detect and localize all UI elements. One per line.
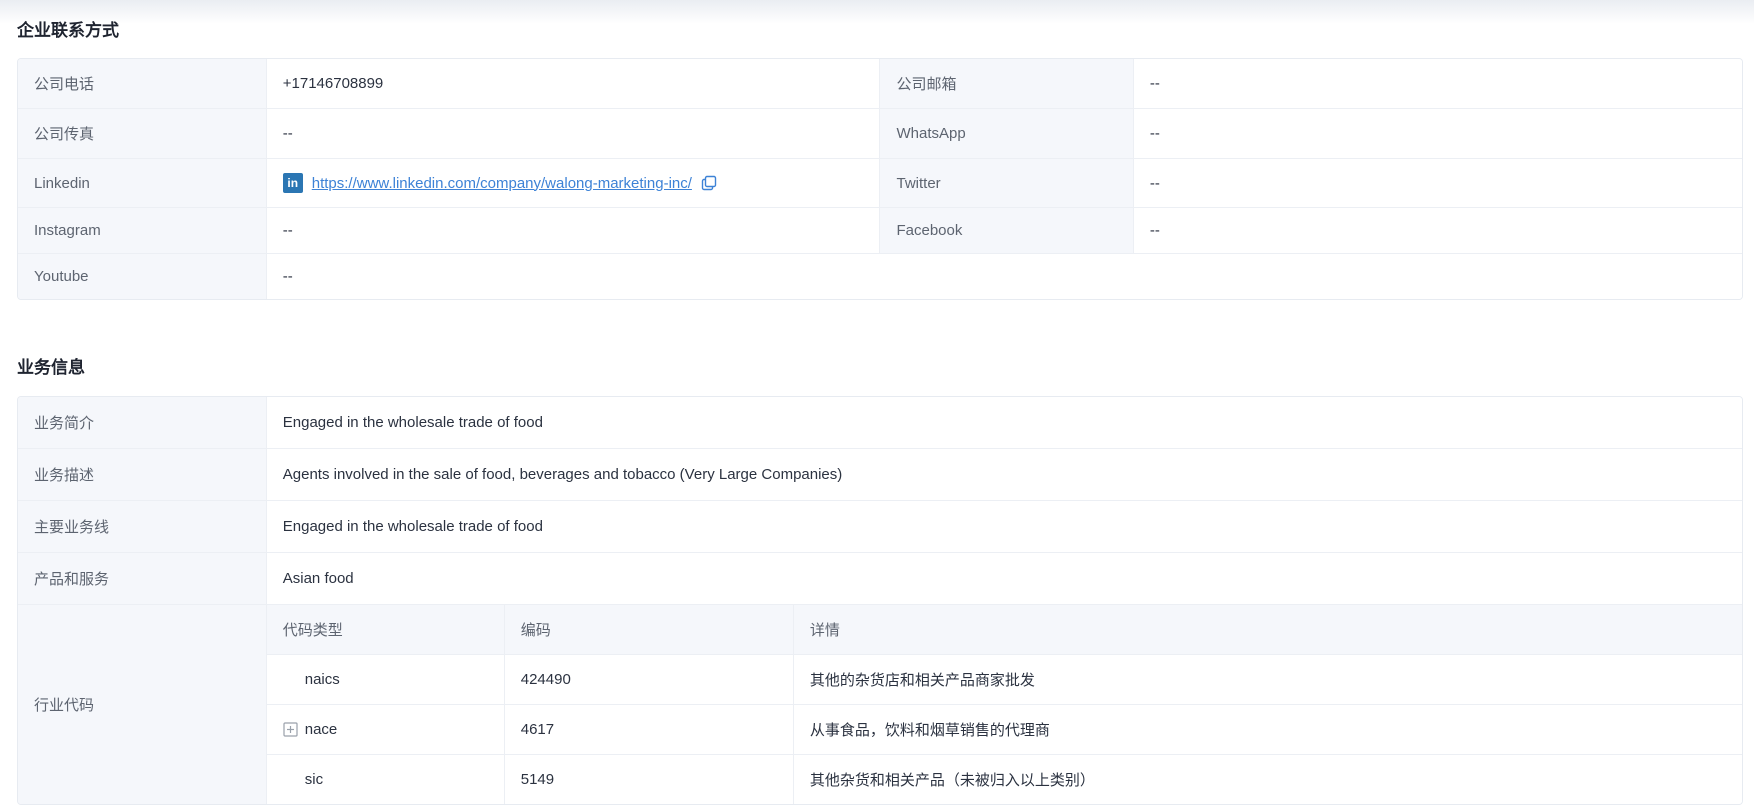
field-label-linkedin: Linkedin xyxy=(18,159,266,208)
field-label-facebook: Facebook xyxy=(880,208,1133,254)
field-value-instagram: -- xyxy=(266,208,880,254)
code-detail-sic: 其他杂货和相关产品（未被归入以上类别） xyxy=(793,755,1742,805)
table-row: nace 4617 从事食品，饮料和烟草销售的代理商 xyxy=(267,705,1742,755)
table-row: Linkedin in https://www.linkedin.com/com… xyxy=(18,159,1742,208)
column-header-code-type: 代码类型 xyxy=(267,605,505,655)
code-value-sic: 5149 xyxy=(504,755,793,805)
field-label-company-phone: 公司电话 xyxy=(18,59,266,109)
field-value-business-profile: Engaged in the wholesale trade of food xyxy=(266,397,1742,449)
field-label-twitter: Twitter xyxy=(880,159,1133,208)
table-row: naics 424490 其他的杂货店和相关产品商家批发 xyxy=(267,655,1742,705)
code-type-sic: sic xyxy=(305,771,323,788)
field-label-company-email: 公司邮箱 xyxy=(880,59,1133,109)
copy-icon[interactable] xyxy=(701,175,717,191)
linkedin-link[interactable]: https://www.linkedin.com/company/walong-… xyxy=(312,175,692,192)
table-row: Instagram -- Facebook -- xyxy=(18,208,1742,254)
code-detail-nace: 从事食品，饮料和烟草销售的代理商 xyxy=(793,705,1742,755)
field-value-business-description: Agents involved in the sale of food, bev… xyxy=(266,449,1742,501)
code-type-cell: nace xyxy=(267,705,505,755)
code-type-cell: naics xyxy=(267,655,505,705)
column-header-code: 编码 xyxy=(504,605,793,655)
field-label-whatsapp: WhatsApp xyxy=(880,109,1133,159)
code-value-naics: 424490 xyxy=(504,655,793,705)
field-value-main-business-line: Engaged in the wholesale trade of food xyxy=(266,501,1742,553)
code-detail-naics: 其他的杂货店和相关产品商家批发 xyxy=(793,655,1742,705)
table-row: 主要业务线 Engaged in the wholesale trade of … xyxy=(18,501,1742,553)
code-value-nace: 4617 xyxy=(504,705,793,755)
field-value-facebook: -- xyxy=(1133,208,1742,254)
industry-codes-cell: 代码类型 编码 详情 naic xyxy=(266,605,1742,805)
code-type-nace: nace xyxy=(305,721,338,738)
field-label-products-services: 产品和服务 xyxy=(18,553,266,605)
company-detail-page: 企业联系方式 公司电话 +17146708899 公司邮箱 -- 公司传真 --… xyxy=(0,0,1754,805)
field-value-twitter: -- xyxy=(1133,159,1742,208)
table-header-row: 代码类型 编码 详情 xyxy=(267,605,1742,655)
field-value-linkedin: in https://www.linkedin.com/company/walo… xyxy=(266,159,880,208)
code-type-cell: sic xyxy=(267,755,505,805)
table-row: 行业代码 代码类型 编码 详情 xyxy=(18,605,1742,805)
field-label-youtube: Youtube xyxy=(18,254,266,300)
table-row: sic 5149 其他杂货和相关产品（未被归入以上类别） xyxy=(267,755,1742,805)
industry-codes-table: 代码类型 编码 详情 naic xyxy=(267,605,1742,804)
field-label-business-profile: 业务简介 xyxy=(18,397,266,449)
field-label-main-business-line: 主要业务线 xyxy=(18,501,266,553)
expand-plus-icon[interactable] xyxy=(283,722,298,737)
contact-table: 公司电话 +17146708899 公司邮箱 -- 公司传真 -- WhatsA… xyxy=(17,58,1743,300)
business-table: 业务简介 Engaged in the wholesale trade of f… xyxy=(17,396,1743,805)
table-row: 公司传真 -- WhatsApp -- xyxy=(18,109,1742,159)
field-label-company-fax: 公司传真 xyxy=(18,109,266,159)
field-value-whatsapp: -- xyxy=(1133,109,1742,159)
table-row: 业务描述 Agents involved in the sale of food… xyxy=(18,449,1742,501)
business-section-title: 业务信息 xyxy=(17,356,1743,380)
contact-section-title: 企业联系方式 xyxy=(17,0,1743,43)
linkedin-icon: in xyxy=(283,173,303,193)
table-row: 业务简介 Engaged in the wholesale trade of f… xyxy=(18,397,1742,449)
field-value-company-email: -- xyxy=(1133,59,1742,109)
table-row: 产品和服务 Asian food xyxy=(18,553,1742,605)
field-value-youtube: -- xyxy=(266,254,1742,300)
column-header-detail: 详情 xyxy=(793,605,1742,655)
field-label-industry-codes: 行业代码 xyxy=(18,605,266,805)
field-label-instagram: Instagram xyxy=(18,208,266,254)
table-row: Youtube -- xyxy=(18,254,1742,300)
field-value-company-phone: +17146708899 xyxy=(266,59,880,109)
field-value-products-services: Asian food xyxy=(266,553,1742,605)
table-row: 公司电话 +17146708899 公司邮箱 -- xyxy=(18,59,1742,109)
code-type-naics: naics xyxy=(305,671,340,688)
field-label-business-description: 业务描述 xyxy=(18,449,266,501)
field-value-company-fax: -- xyxy=(266,109,880,159)
